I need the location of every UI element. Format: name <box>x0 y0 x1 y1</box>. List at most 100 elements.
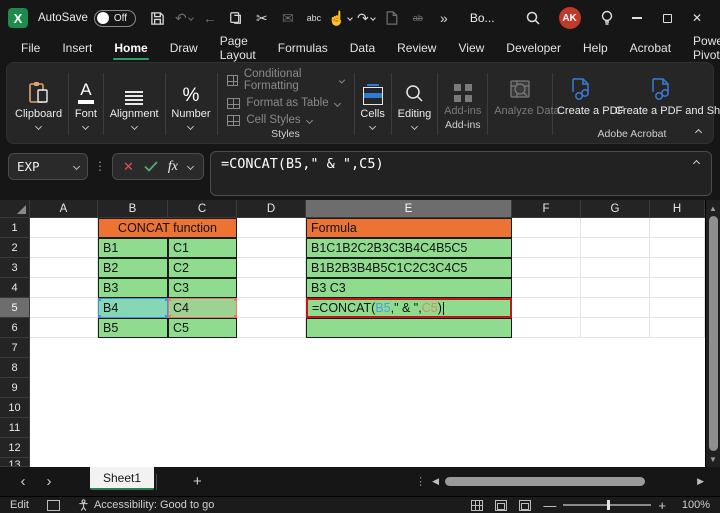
horizontal-scrollbar[interactable] <box>445 477 673 487</box>
cell-b6[interactable]: B5 <box>98 318 168 338</box>
tab-acrobat[interactable]: Acrobat <box>619 38 682 58</box>
tab-home[interactable]: Home <box>103 38 158 60</box>
tab-formulas[interactable]: Formulas <box>267 38 339 58</box>
cell-h4[interactable] <box>650 278 705 298</box>
sheet-tab-sheet1[interactable]: Sheet1 <box>90 467 155 490</box>
cell-d6[interactable] <box>237 318 306 338</box>
cell-b1-title[interactable]: CONCAT function <box>98 218 237 238</box>
search-button[interactable] <box>521 6 545 30</box>
cell-e2[interactable]: B1C1B2C2B3C3B4C4B5C5 <box>306 238 512 258</box>
number-group-button[interactable]: % Number <box>165 67 216 141</box>
range-handle[interactable] <box>234 315 236 317</box>
toolbar-overflow-button[interactable]: » <box>432 6 456 30</box>
cell-a6[interactable] <box>30 318 98 338</box>
cells-group-button[interactable]: Cells <box>354 67 390 141</box>
cell-c3[interactable]: C2 <box>168 258 237 278</box>
sheet-grid[interactable]: A B C D E F G H 1 CONCAT function Formul… <box>0 200 705 467</box>
row-header-5[interactable]: 5 <box>0 298 30 318</box>
redo-button[interactable]: ↷ <box>354 6 378 30</box>
range-handle[interactable] <box>169 299 171 301</box>
col-header-a[interactable]: A <box>30 200 98 218</box>
next-sheet-button[interactable]: › <box>36 473 62 490</box>
cell-c5-referenced[interactable]: C4 <box>168 298 237 318</box>
cell-e3[interactable]: B1B2B3B4B5C1C2C3C4C5 <box>306 258 512 278</box>
prev-sheet-button[interactable]: ‹ <box>10 473 36 490</box>
maximize-button[interactable] <box>652 5 682 31</box>
scroll-up-icon[interactable]: ▲ <box>709 202 717 214</box>
page-break-view-button[interactable] <box>519 499 532 511</box>
cut-button[interactable]: ✂ <box>250 6 274 30</box>
cell-h3[interactable] <box>650 258 705 278</box>
cell-f6[interactable] <box>512 318 581 338</box>
cell-f5[interactable] <box>512 298 581 318</box>
scroll-down-icon[interactable]: ▼ <box>709 453 717 465</box>
save-button[interactable] <box>146 6 170 30</box>
font-group-button[interactable]: A Font <box>69 67 103 141</box>
cell-c2[interactable]: C1 <box>168 238 237 258</box>
user-avatar[interactable]: AK <box>558 7 581 29</box>
cell-a3[interactable] <box>30 258 98 278</box>
cell-g6[interactable] <box>581 318 650 338</box>
cell-c6[interactable]: C5 <box>168 318 237 338</box>
close-button[interactable]: ✕ <box>682 5 712 31</box>
replace-button[interactable]: abc <box>302 6 326 30</box>
tab-view[interactable]: View <box>447 38 495 58</box>
cell-h6[interactable] <box>650 318 705 338</box>
create-pdf-share-button[interactable]: Create a PDF and Share link <box>615 76 720 119</box>
row-header-7[interactable]: 7 <box>0 338 30 358</box>
row-header-3[interactable]: 3 <box>0 258 30 278</box>
zoom-level[interactable]: 100% <box>678 499 710 511</box>
col-header-g[interactable]: G <box>581 200 650 218</box>
range-handle[interactable] <box>169 315 171 317</box>
tab-insert[interactable]: Insert <box>51 38 103 58</box>
zoom-out-button[interactable]: — <box>543 498 556 513</box>
cell-h1[interactable] <box>650 218 705 238</box>
tab-developer[interactable]: Developer <box>495 38 572 58</box>
vertical-scroll-thumb[interactable] <box>708 216 718 451</box>
add-sheet-button[interactable]: + <box>193 473 202 490</box>
cell-d5[interactable] <box>237 298 306 318</box>
row-header-9[interactable]: 9 <box>0 378 30 398</box>
scroll-right-icon[interactable]: ▶ <box>697 476 704 487</box>
formula-input[interactable]: =CONCAT(B5," & ",C5) <box>210 151 712 196</box>
row-header-12[interactable]: 12 <box>0 438 30 458</box>
clipboard-group-button[interactable]: Clipboard <box>9 67 68 141</box>
scrollbar-grip-icon[interactable]: ⋮ <box>415 475 426 488</box>
collapse-formula-bar-button[interactable] <box>692 159 701 168</box>
tab-draw[interactable]: Draw <box>159 38 209 58</box>
cell-f2[interactable] <box>512 238 581 258</box>
tab-power-pivot[interactable]: Power Pivot <box>682 31 720 65</box>
cell-h2[interactable] <box>650 238 705 258</box>
range-handle[interactable] <box>234 299 236 301</box>
zoom-slider-knob[interactable] <box>607 500 611 510</box>
accessibility-status[interactable]: Accessibility: Good to go <box>78 499 214 511</box>
range-handle[interactable] <box>99 315 101 317</box>
row-header-11[interactable]: 11 <box>0 418 30 438</box>
vertical-scrollbar[interactable]: ▲ ▼ <box>705 200 720 467</box>
cell-e5-editing[interactable]: =CONCAT(B5 ," & ", C5) <box>306 298 512 318</box>
horizontal-scroll-thumb[interactable] <box>445 477 646 486</box>
editing-group-button[interactable]: Editing <box>392 67 438 141</box>
col-header-b[interactable]: B <box>98 200 168 218</box>
create-pdf-button[interactable]: Create a PDF <box>557 76 624 119</box>
cell-g2[interactable] <box>581 238 650 258</box>
autosave-toggle[interactable]: Off <box>93 9 136 27</box>
cell-a1[interactable] <box>30 218 98 238</box>
cell-d1[interactable] <box>237 218 306 238</box>
col-header-d[interactable]: D <box>237 200 306 218</box>
cell-d3[interactable] <box>237 258 306 278</box>
cell-f3[interactable] <box>512 258 581 278</box>
tab-file[interactable]: File <box>10 38 51 58</box>
accept-entry-button[interactable] <box>144 161 158 172</box>
cell-a5[interactable] <box>30 298 98 318</box>
insert-function-button[interactable]: fx <box>168 159 178 175</box>
row-header-2[interactable]: 2 <box>0 238 30 258</box>
row-header-13[interactable]: 13 <box>0 458 30 467</box>
minimize-button[interactable] <box>622 5 652 31</box>
normal-view-button[interactable] <box>471 499 484 511</box>
copy-button[interactable] <box>224 6 248 30</box>
tab-page-layout[interactable]: Page Layout <box>209 31 267 65</box>
alignment-group-button[interactable]: Alignment <box>104 67 165 141</box>
macro-record-button[interactable] <box>46 499 60 511</box>
page-layout-view-button[interactable] <box>495 499 508 511</box>
